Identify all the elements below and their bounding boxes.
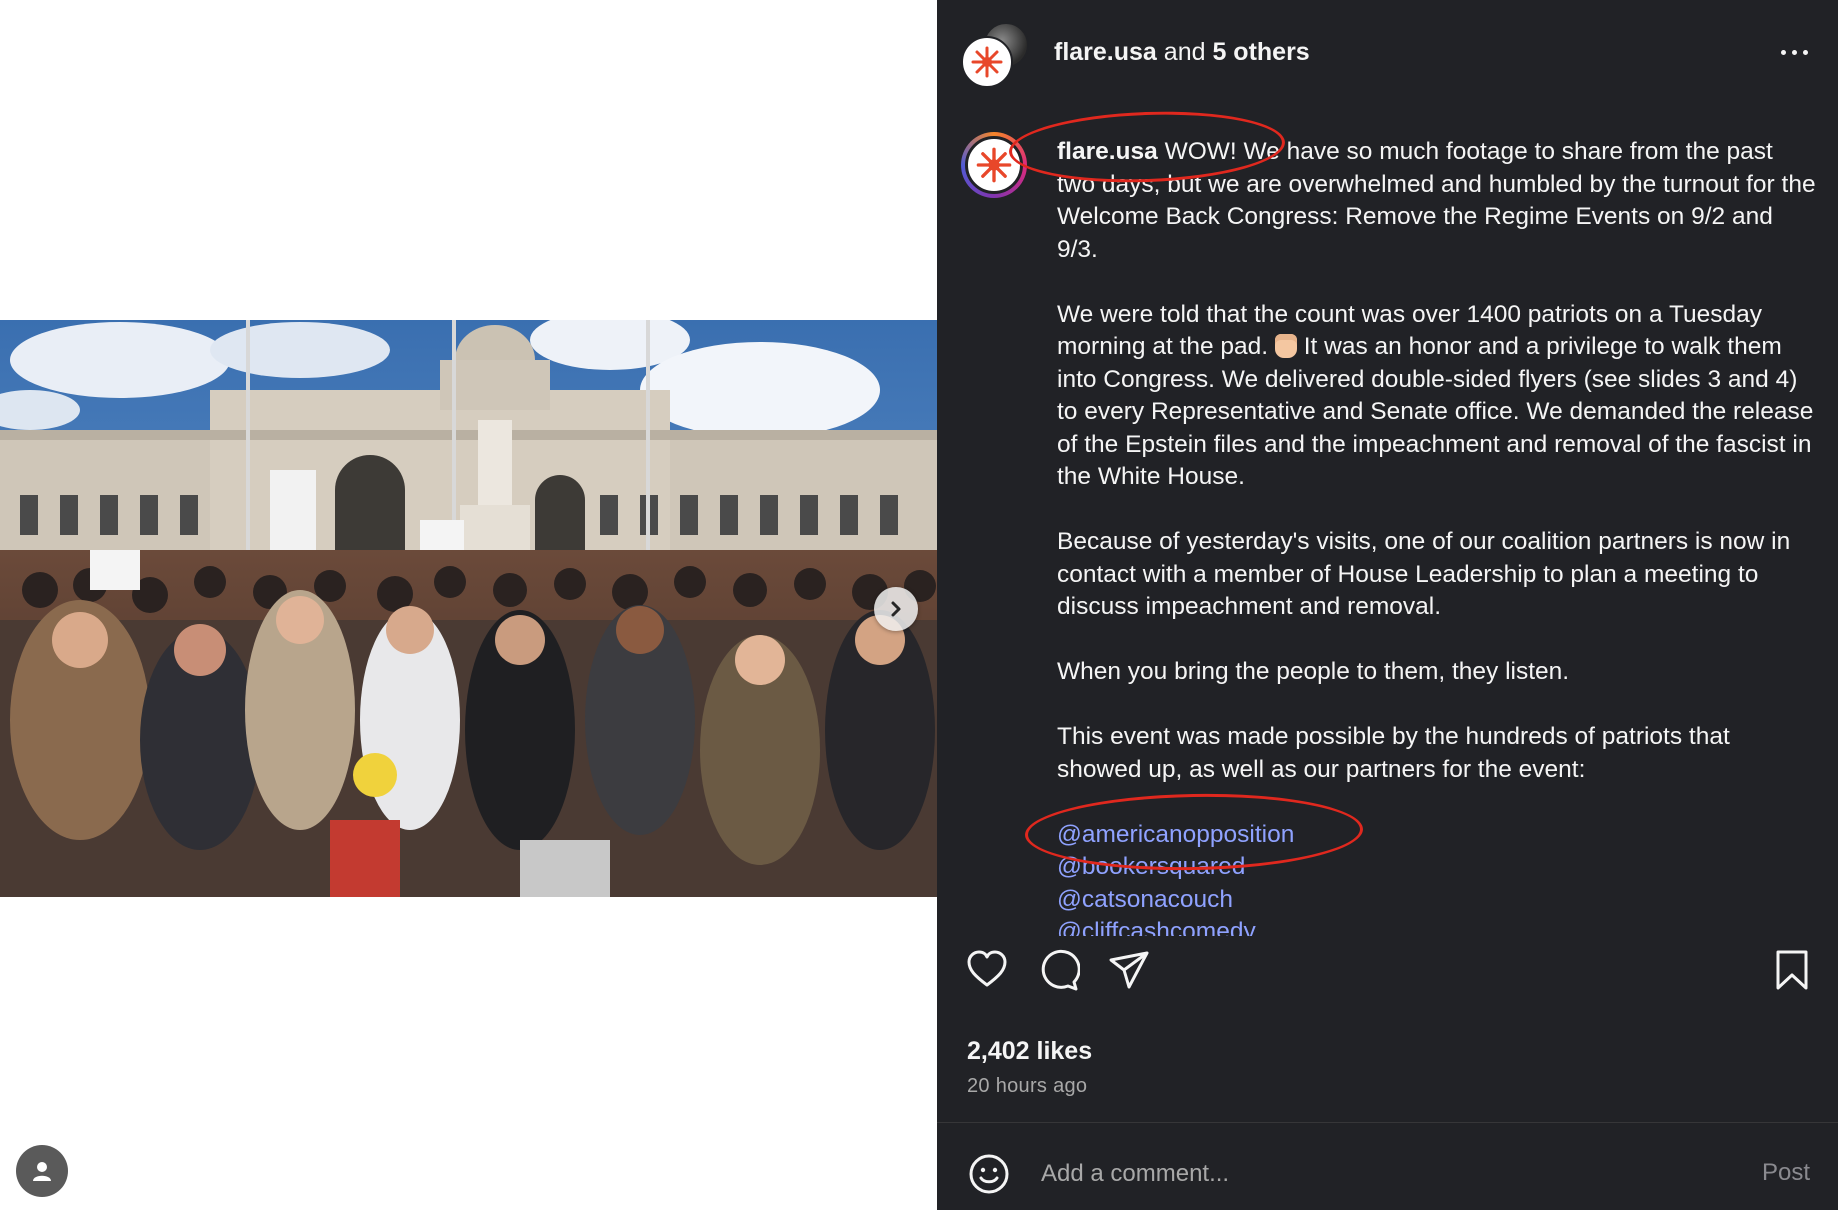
heart-icon (967, 950, 1007, 987)
authors-joiner: and (1156, 38, 1213, 66)
action-bar (937, 936, 1838, 1006)
caption-text: flare.usa WOW! We have so much footage t… (1057, 136, 1817, 936)
collab-avatars[interactable] (961, 22, 1029, 88)
caption-paragraph: flare.usa WOW! We have so much footage t… (1057, 138, 1816, 263)
post-photo (0, 320, 937, 897)
emoji-button[interactable] (967, 1152, 1011, 1196)
comment-button[interactable] (1036, 948, 1081, 992)
caption-paragraph: Because of yesterday's visits, one of ou… (1057, 528, 1791, 620)
caption-paragraph: We were told that the count was over 140… (1057, 300, 1814, 491)
media-viewer (0, 0, 937, 1210)
smiley-icon (969, 1154, 1009, 1194)
next-slide-button[interactable] (874, 587, 918, 631)
caption-paragraph: When you bring the people to them, they … (1057, 658, 1570, 685)
mention-link[interactable]: @bookersquared (1057, 851, 1817, 884)
mention-link[interactable]: @catsonacouch (1057, 884, 1817, 917)
raised-fist-icon (1274, 334, 1297, 358)
flare-logo-icon (971, 46, 1003, 78)
more-horizontal-icon (1780, 49, 1786, 55)
mention-list: @americanopposition @bookersquared @cats… (1057, 819, 1817, 937)
send-icon (1109, 951, 1149, 989)
caption-username[interactable]: flare.usa (1057, 138, 1158, 165)
avatar (961, 36, 1013, 88)
post-details-panel: flare.usa and 5 others flare.usa WOW! We… (937, 0, 1838, 1210)
post-timestamp[interactable]: 20 hours ago (967, 1075, 1087, 1098)
post-authors: flare.usa and 5 others (1054, 38, 1310, 67)
person-icon (33, 1162, 51, 1181)
caption-author-avatar[interactable] (961, 132, 1027, 198)
post-comment-button[interactable]: Post (1762, 1159, 1810, 1187)
mention-link[interactable]: @cliffcashcomedy (1057, 916, 1817, 936)
mention-link[interactable]: @americanopposition (1057, 819, 1817, 852)
chevron-right-icon (891, 601, 901, 617)
share-button[interactable] (1107, 948, 1151, 992)
post-header: flare.usa and 5 others (937, 0, 1838, 106)
comment-input[interactable] (1039, 1149, 1683, 1199)
more-options-button[interactable] (1772, 38, 1816, 66)
like-button[interactable] (965, 948, 1009, 992)
flare-logo-icon (976, 147, 1012, 183)
comment-icon (1041, 949, 1081, 991)
others-link[interactable]: 5 others (1212, 38, 1309, 66)
bookmark-icon (1776, 950, 1808, 990)
likes-count[interactable]: 2,402 likes (967, 1037, 1092, 1066)
caption-paragraph: This event was made possible by the hund… (1057, 723, 1730, 783)
save-button[interactable] (1770, 948, 1814, 992)
comment-composer: Post (937, 1122, 1838, 1211)
profile-button[interactable] (16, 1145, 68, 1197)
author-username[interactable]: flare.usa (1054, 38, 1157, 66)
caption-section: flare.usa WOW! We have so much footage t… (937, 106, 1838, 936)
